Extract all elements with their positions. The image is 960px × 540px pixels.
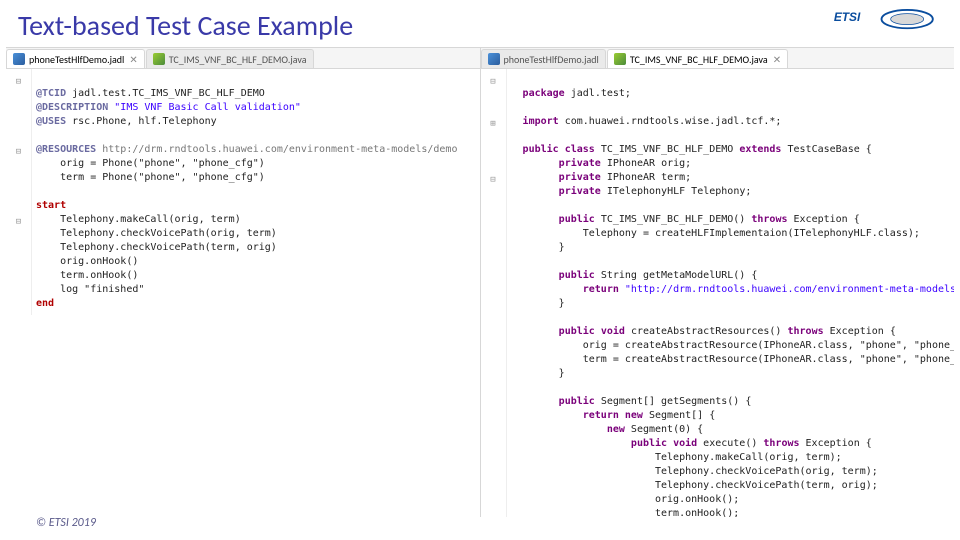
right-code[interactable]: ⊟ ⊞ ⊟ package jadl.test; import com.huaw… [481,69,955,517]
gutter: ⊟ ⊞ ⊟ [481,69,507,517]
right-pane: phoneTestHlfDemo.jadl TC_IMS_VNF_BC_HLF_… [481,48,955,517]
fold-icon[interactable]: ⊟ [16,215,21,229]
fold-icon[interactable]: ⊟ [490,75,495,89]
gutter: ⊟ ⊟ ⊟ [6,69,32,315]
tab-label: phoneTestHlfDemo.jadl [504,53,599,66]
etsi-logo: ETSI [832,6,942,34]
file-icon [153,53,165,65]
tab-label: TC_IMS_VNF_BC_HLF_DEMO.java [630,53,768,66]
tab-jadl-right[interactable]: phoneTestHlfDemo.jadl [481,49,606,68]
page-title: Text-based Test Case Example [0,0,960,47]
tab-label: phoneTestHlfDemo.jadl [29,53,124,66]
svg-text:ETSI: ETSI [834,10,861,24]
file-icon [614,53,626,65]
left-tabbar: phoneTestHlfDemo.jadl ✕ TC_IMS_VNF_BC_HL… [6,48,480,69]
tab-java-right[interactable]: TC_IMS_VNF_BC_HLF_DEMO.java ✕ [607,49,788,68]
left-pane: phoneTestHlfDemo.jadl ✕ TC_IMS_VNF_BC_HL… [6,48,481,517]
fold-icon[interactable]: ⊟ [490,173,495,187]
left-code[interactable]: ⊟ ⊟ ⊟ @TCID jadl.test.TC_IMS_VNF_BC_HLF_… [6,69,480,315]
close-icon[interactable]: ✕ [773,53,781,66]
fold-icon[interactable]: ⊞ [490,117,495,131]
copyright: © ETSI 2019 [36,516,96,530]
tab-label: TC_IMS_VNF_BC_HLF_DEMO.java [169,53,307,66]
fold-icon[interactable]: ⊟ [16,75,21,89]
editor-panes: phoneTestHlfDemo.jadl ✕ TC_IMS_VNF_BC_HL… [6,47,954,517]
fold-icon[interactable]: ⊟ [16,145,21,159]
close-icon[interactable]: ✕ [129,53,137,66]
tab-jadl-left[interactable]: phoneTestHlfDemo.jadl ✕ [6,49,145,68]
file-icon [13,53,25,65]
file-icon [488,53,500,65]
tab-java-left[interactable]: TC_IMS_VNF_BC_HLF_DEMO.java [146,49,314,68]
right-tabbar: phoneTestHlfDemo.jadl TC_IMS_VNF_BC_HLF_… [481,48,955,69]
